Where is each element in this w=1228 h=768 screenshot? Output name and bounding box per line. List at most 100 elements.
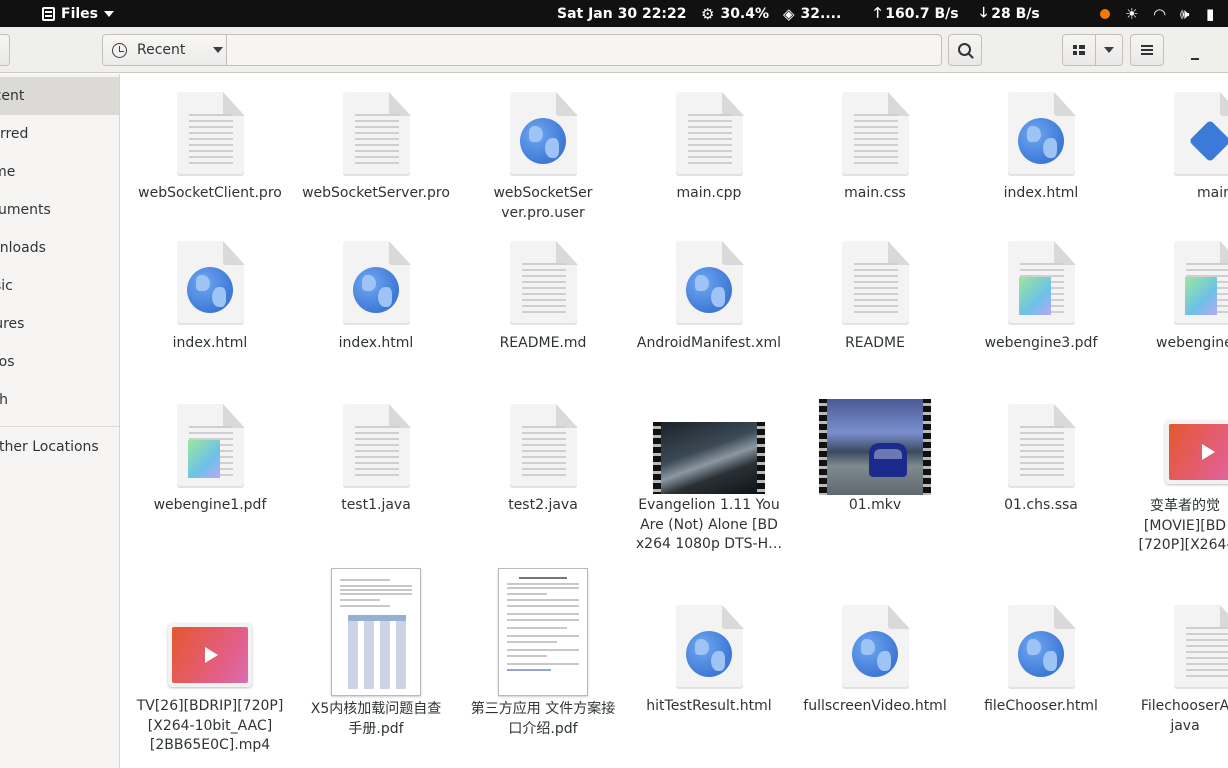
file-item[interactable]: AndroidManifest.xml [626, 241, 792, 361]
file-item[interactable]: main.js [1124, 92, 1228, 212]
sidebar-item-documents[interactable]: Documents [0, 191, 119, 229]
net-upload-indicator[interactable]: 🡑 160.7 B/s [874, 0, 959, 27]
file-name: 变革者的觉 [MOVIE][BD [720P][X264- [1138, 498, 1228, 553]
sidebar-item-pictures[interactable]: Pictures [0, 305, 119, 343]
search-button[interactable] [948, 34, 982, 66]
sidebar-item-downloads[interactable]: Downloads [0, 229, 119, 267]
media-thumbnail [168, 623, 252, 687]
file-item[interactable]: README.md [460, 241, 626, 361]
files-app-icon [42, 6, 55, 21]
file-item[interactable]: TV[26][BDRIP][720P][X264-10bit_AAC][2BB6… [127, 623, 293, 763]
play-icon [1202, 444, 1215, 460]
file-item[interactable]: 01.chs.ssa [958, 404, 1124, 524]
file-item[interactable]: index.html [293, 241, 459, 361]
sidebar-item-trash[interactable]: Trash [0, 381, 119, 419]
volume-icon[interactable]: 🕪 [1180, 0, 1189, 27]
file-grid: webSocketClient.pro webSocketServer.pro … [121, 74, 1228, 768]
file-name: index.html [1003, 185, 1079, 201]
main-menu-button[interactable] [1130, 34, 1164, 66]
pdf-thumbnail [331, 568, 421, 696]
sidebar-item-label: Downloads [0, 240, 46, 256]
globe-icon [353, 267, 399, 313]
sidebar-item-starred[interactable]: Starred [0, 115, 119, 153]
chevron-down-icon [104, 10, 114, 17]
sidebar-item-label: Recent [0, 88, 25, 104]
file-item[interactable]: test1.java [293, 404, 459, 524]
file-item[interactable]: webSocketClient.pro [127, 92, 293, 212]
file-item[interactable]: webengine2.pdf [1124, 241, 1228, 361]
file-item[interactable]: index.html [958, 92, 1124, 212]
sidebar-item-label: Starred [0, 126, 29, 142]
globe-icon [686, 631, 732, 677]
view-switcher [1062, 34, 1123, 66]
memory-icon: ◈ [783, 4, 795, 23]
app-menu-label: Files [61, 5, 98, 22]
file-item[interactable]: hitTestResult.html [626, 605, 792, 725]
file-item[interactable]: 变革者的觉 [MOVIE][BD [720P][X264- [1124, 420, 1228, 553]
sidebar-item-label: Music [0, 278, 13, 294]
file-name: fullscreenVideo.html [803, 698, 947, 714]
file-item[interactable]: index.html [127, 241, 293, 361]
sidebar-item-label: Pictures [0, 316, 25, 332]
sidebar-item-recent[interactable]: Recent [0, 77, 119, 115]
net-up-value: 160.7 B/s [885, 5, 959, 22]
view-mode-button[interactable] [1063, 35, 1097, 65]
file-item[interactable]: webSocketServer.pro.user [460, 92, 626, 222]
file-item[interactable]: 01.mkv [792, 399, 958, 519]
search-icon [957, 42, 971, 56]
minimize-button[interactable] [1188, 40, 1202, 60]
file-name: 第三方应用 文件方案接口介绍.pdf [470, 701, 616, 737]
chevron-down-icon [213, 47, 224, 53]
path-bar[interactable]: Recent [102, 34, 942, 66]
file-item[interactable]: webSocketServer.pro [293, 92, 459, 212]
header-bar: Recent [0, 27, 1228, 73]
battery-icon[interactable]: ▮ [1206, 0, 1214, 27]
cpu-value: 30.4% [720, 5, 770, 22]
file-name: fileChooser.html [984, 698, 1098, 714]
sidebar-item-home[interactable]: Home [0, 153, 119, 191]
location-button[interactable]: Recent [103, 35, 227, 65]
file-item[interactable]: X5内核加载问题自查手册.pdf [293, 568, 459, 738]
sidebar-item-other-locations[interactable]: Other Locations [0, 428, 119, 466]
view-options-button[interactable] [1096, 35, 1122, 65]
file-name: TV[26][BDRIP][720P][X264-10bit_AAC][2BB6… [136, 698, 284, 753]
back-button[interactable] [0, 34, 10, 66]
file-item[interactable]: webengine3.pdf [958, 241, 1124, 361]
file-item[interactable]: README [792, 241, 958, 361]
brightness-icon[interactable]: ☀ [1125, 0, 1138, 27]
memory-indicator[interactable]: ◈ 32.... [783, 0, 841, 27]
location-label: Recent [137, 42, 186, 58]
sidebar-item-videos[interactable]: Videos [0, 343, 119, 381]
arrow-down-icon: 🡓 [980, 4, 988, 21]
file-name: X5内核加载问题自查手册.pdf [310, 701, 442, 737]
file-name: index.html [172, 335, 248, 351]
file-item[interactable]: Evangelion 1.11 You Are (Not) Alone [BD … [626, 422, 792, 552]
file-item[interactable]: main.cpp [626, 92, 792, 212]
clock[interactable]: Sat Jan 30 22:22 [557, 0, 687, 27]
file-name: 01.mkv [848, 497, 902, 513]
file-name: main.cpp [676, 185, 742, 201]
net-down-value: 28 B/s [991, 5, 1040, 22]
file-name: webengine3.pdf [984, 335, 1098, 351]
pdf-thumbnail [498, 568, 588, 696]
file-name: hitTestResult.html [646, 698, 772, 714]
file-name: Evangelion 1.11 You Are (Not) Alone [BD … [635, 497, 783, 552]
cpu-indicator[interactable]: ⚙ 30.4% [701, 0, 769, 27]
recording-indicator[interactable] [1100, 0, 1110, 27]
file-item[interactable]: FilechooserA java [1124, 605, 1228, 745]
sidebar-item-music[interactable]: Music [0, 267, 119, 305]
file-item[interactable]: fullscreenVideo.html [792, 605, 958, 725]
net-download-indicator[interactable]: 🡓 28 B/s [980, 0, 1040, 27]
file-item[interactable]: 第三方应用 文件方案接口介绍.pdf [460, 568, 626, 738]
file-item[interactable]: main.css [792, 92, 958, 212]
file-item[interactable]: webengine1.pdf [127, 404, 293, 524]
file-item[interactable]: fileChooser.html [958, 605, 1124, 725]
list-view-icon [1073, 45, 1086, 55]
file-item[interactable]: test2.java [460, 404, 626, 524]
recent-clock-icon [112, 42, 127, 58]
wifi-icon[interactable]: ◠ [1153, 0, 1166, 27]
app-menu[interactable]: Files [42, 0, 114, 27]
top-panel: Files Sat Jan 30 22:22 ⚙ 30.4% ◈ 32.... … [0, 0, 1228, 27]
globe-icon [1018, 118, 1064, 164]
video-thumbnail [653, 422, 765, 494]
